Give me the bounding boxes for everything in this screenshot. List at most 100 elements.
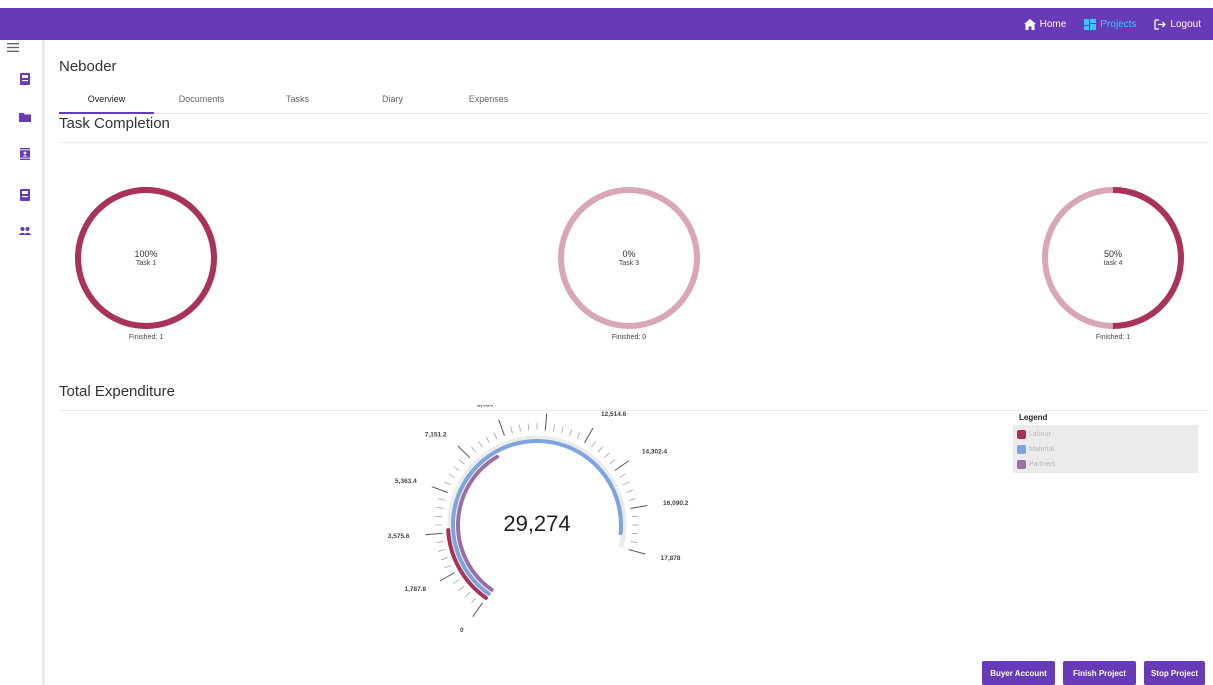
gauge-minor-tick bbox=[478, 441, 483, 448]
task-percent: 100% bbox=[134, 249, 158, 259]
top-app-bar: Home Projects Logout bbox=[0, 8, 1213, 40]
divider bbox=[59, 142, 1209, 143]
gauge-minor-tick bbox=[576, 432, 581, 440]
task-donut: 0% Task 3 Finished: 0 bbox=[556, 185, 702, 355]
gauge-minor-tick bbox=[453, 466, 460, 471]
gauge-minor-tick bbox=[435, 515, 443, 518]
gauge-minor-tick bbox=[453, 579, 460, 584]
legend-item-partners[interactable]: Partners bbox=[1017, 457, 1194, 472]
gauge-minor-tick bbox=[631, 532, 639, 535]
gauge-tick-label: 12,514.6 bbox=[601, 411, 627, 418]
gauge-minor-tick bbox=[527, 423, 530, 431]
legend: Legend Labour Material Partners bbox=[1013, 413, 1198, 473]
gauge-minor-tick bbox=[518, 424, 521, 432]
folder-icon[interactable] bbox=[18, 110, 32, 124]
gauge-tick-label: 17,878 bbox=[661, 555, 681, 562]
task-name: Task 3 bbox=[618, 260, 640, 267]
legend-item-material[interactable]: Material bbox=[1017, 442, 1194, 457]
gauge-major-tick bbox=[431, 486, 448, 493]
gauge-minor-tick bbox=[561, 426, 564, 434]
gauge-major-tick bbox=[584, 427, 594, 443]
gauge-minor-tick bbox=[626, 489, 633, 493]
total-expenditure-title: Total Expenditure bbox=[59, 383, 175, 400]
stop-project-button[interactable]: Stop Project bbox=[1144, 661, 1205, 685]
gauge-minor-tick bbox=[485, 436, 490, 443]
legend-swatch bbox=[1017, 445, 1026, 454]
expenditure-gauge: 01,787.83,575.65,363.47,151.28,93910,726… bbox=[378, 394, 708, 650]
gauge-major-tick bbox=[614, 460, 630, 471]
logout-link[interactable]: Logout bbox=[1154, 19, 1201, 30]
gauge-minor-tick bbox=[441, 557, 448, 561]
gauge-tick-label: 1,787.8 bbox=[404, 586, 426, 593]
task-completion-title: Task Completion bbox=[59, 115, 170, 132]
hamburger-icon[interactable] bbox=[7, 43, 19, 52]
gauge-minor-tick bbox=[458, 585, 465, 591]
gauge-minor-tick bbox=[569, 429, 573, 436]
logout-icon bbox=[1154, 18, 1167, 30]
gauge-minor-tick bbox=[436, 506, 444, 509]
ledger-icon[interactable] bbox=[18, 188, 32, 202]
gauge-minor-tick bbox=[438, 549, 446, 552]
home-link[interactable]: Home bbox=[1023, 18, 1067, 30]
gauge-major-tick bbox=[628, 549, 646, 555]
task-finished-count: Finished: 1 bbox=[128, 334, 164, 341]
gauge-major-tick bbox=[472, 602, 483, 618]
gauge-minor-tick bbox=[464, 591, 471, 598]
tab-expenses[interactable]: Expenses bbox=[441, 94, 536, 114]
tab-documents[interactable]: Documents bbox=[154, 94, 249, 114]
logout-link-label: Logout bbox=[1170, 18, 1201, 30]
legend-item-labour[interactable]: Labour bbox=[1017, 427, 1194, 442]
gauge-major-tick bbox=[439, 572, 455, 582]
tab-diary[interactable]: Diary bbox=[345, 94, 440, 114]
legend-title: Legend bbox=[1019, 413, 1048, 422]
gauge-minor-tick bbox=[619, 473, 626, 478]
gauge-minor-tick bbox=[603, 452, 610, 459]
finish-project-button[interactable]: Finish Project bbox=[1063, 661, 1136, 685]
gauge-minor-tick bbox=[628, 498, 636, 501]
gauge-tick-label: 16,090.2 bbox=[663, 500, 689, 507]
gauge-minor-tick bbox=[471, 597, 477, 604]
task-name: Task 1 bbox=[135, 260, 157, 267]
buyer-account-button[interactable]: Buyer Account bbox=[982, 661, 1055, 685]
gauge-minor-tick bbox=[597, 446, 603, 453]
gauge-chart: 01,787.83,575.65,363.47,151.28,93910,726… bbox=[388, 394, 689, 633]
task-finished-count: Finished: 0 bbox=[611, 334, 647, 341]
task-percent: 50% bbox=[1103, 249, 1122, 259]
gauge-tick-label: 3,575.6 bbox=[388, 533, 410, 540]
home-link-label: Home bbox=[1039, 18, 1067, 30]
legend-box: Labour Material Partners bbox=[1013, 425, 1198, 473]
tab-overview[interactable]: Overview bbox=[59, 94, 154, 114]
gauge-minor-tick bbox=[458, 459, 465, 465]
gauge-major-tick bbox=[498, 419, 505, 436]
projects-link-label: Projects bbox=[1100, 18, 1137, 30]
tab-bar: Overview Documents Tasks Diary Expenses bbox=[59, 90, 1209, 114]
gauge-minor-tick bbox=[622, 481, 630, 486]
task-finished-count: Finished: 1 bbox=[1095, 334, 1131, 341]
page-title: Neboder bbox=[59, 58, 117, 75]
legend-label: Material bbox=[1029, 446, 1054, 453]
gauge-minor-tick bbox=[436, 541, 444, 544]
legend-label: Partners bbox=[1029, 461, 1056, 468]
gauge-tick-label: 8,939 bbox=[477, 405, 494, 409]
tab-tasks[interactable]: Tasks bbox=[250, 94, 345, 114]
gauge-minor-tick bbox=[510, 426, 513, 434]
gauge-major-tick bbox=[425, 532, 443, 536]
gauge-minor-tick bbox=[630, 541, 638, 544]
legend-label: Labour bbox=[1029, 431, 1051, 438]
ledger-icon[interactable] bbox=[18, 72, 32, 86]
task-donut: 100% Task 1 Finished: 1 bbox=[73, 185, 219, 355]
contact-card-icon[interactable] bbox=[18, 147, 32, 161]
gauge-minor-tick bbox=[493, 432, 498, 440]
projects-link[interactable]: Projects bbox=[1084, 18, 1137, 30]
gauge-tick-label: 5,363.4 bbox=[395, 478, 417, 485]
gauge-minor-tick bbox=[631, 515, 639, 518]
gauge-minor-tick bbox=[444, 481, 452, 486]
task-donut: 50% task 4 Finished: 1 bbox=[1040, 185, 1186, 355]
people-icon[interactable] bbox=[18, 224, 32, 238]
gauge-minor-tick bbox=[438, 498, 446, 501]
gauge-minor-tick bbox=[444, 564, 452, 569]
gauge-minor-tick bbox=[591, 441, 596, 448]
gauge-major-tick bbox=[457, 445, 471, 459]
gauge-minor-tick bbox=[471, 446, 477, 453]
gauge-minor-tick bbox=[448, 473, 455, 478]
